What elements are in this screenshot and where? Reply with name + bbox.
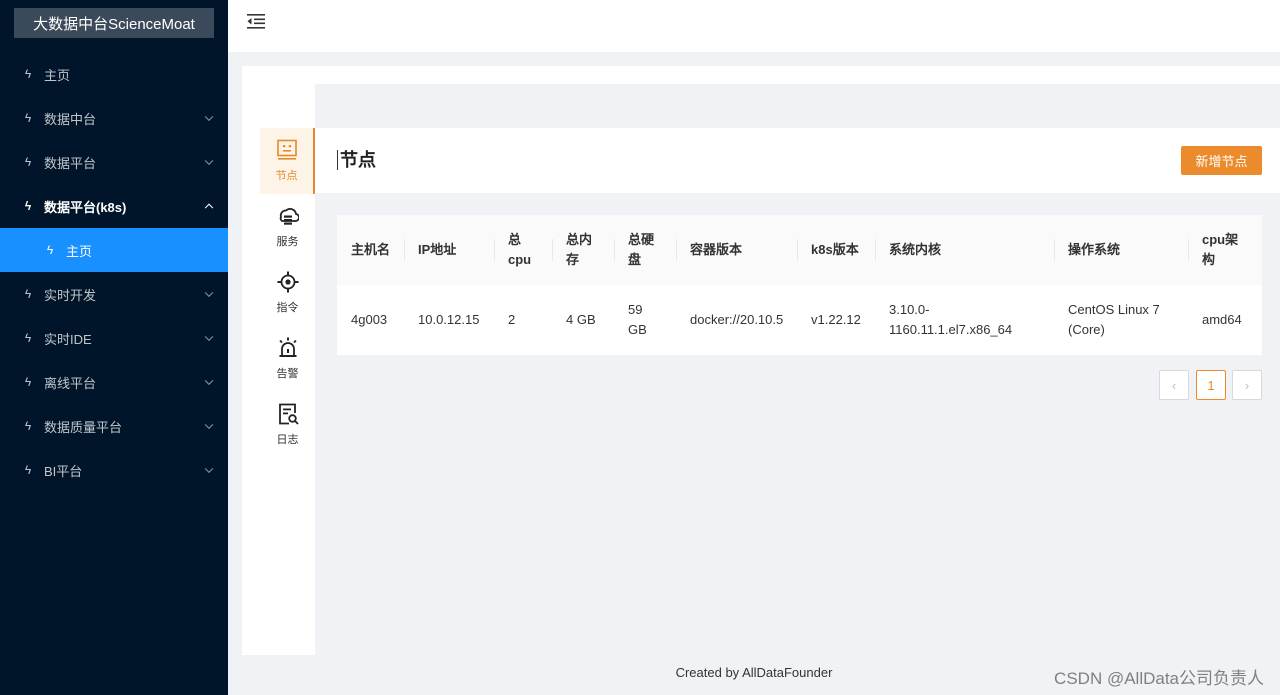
- tab-label: 服务: [276, 236, 299, 248]
- table-row[interactable]: 4g003 10.0.12.15 2 4 GB 59 GB docker://2…: [337, 285, 1262, 355]
- sidebar-subitem-home[interactable]: ϟ 主页: [0, 228, 228, 272]
- lightning-icon: ϟ: [24, 155, 32, 169]
- column-header: IP地址: [404, 215, 494, 285]
- table-cell: 10.0.12.15: [418, 312, 480, 327]
- sidebar-item-label: 数据中台: [44, 111, 97, 127]
- table-cell: 4 GB: [566, 312, 596, 327]
- lightning-icon: ϟ: [24, 331, 32, 345]
- table-header-row: 主机名 IP地址 总cpu 总内存 总硬盘 容器版本 k8s版本 系统内核 操作…: [337, 215, 1262, 285]
- menu-fold-icon[interactable]: [246, 12, 266, 30]
- table-cell: 4g003: [351, 312, 388, 327]
- column-header: 总内存: [552, 215, 614, 285]
- lightning-icon: ϟ: [24, 375, 32, 389]
- tab-command[interactable]: 指令: [260, 260, 315, 326]
- sidebar-item-offline-platform[interactable]: ϟ 离线平台: [0, 360, 228, 404]
- column-header: 容器版本: [676, 215, 797, 285]
- target-icon: [277, 271, 298, 293]
- page-title: 节点: [337, 150, 376, 170]
- sidebar-item-data-quality[interactable]: ϟ 数据质量平台: [0, 404, 228, 448]
- sidebar-item-home[interactable]: ϟ 主页: [0, 52, 228, 96]
- tab-label: 节点: [275, 170, 298, 182]
- sidebar-item-label: 离线平台: [44, 375, 97, 391]
- tab-label: 告警: [276, 368, 299, 380]
- pagination-page-1[interactable]: 1: [1196, 370, 1226, 400]
- table-cell: CentOS Linux 7 (Core): [1068, 302, 1160, 337]
- lightning-icon: ϟ: [24, 67, 32, 81]
- chevron-down-icon: [204, 376, 214, 386]
- sidebar-item-label: BI平台: [44, 463, 83, 479]
- page-header: 节点 新增节点: [315, 128, 1280, 193]
- watermark: CSDN @AllData公司负责人: [1054, 669, 1264, 688]
- tab-alarm[interactable]: 告警: [260, 326, 315, 392]
- column-header: 主机名: [351, 242, 391, 257]
- sidebar-item-realtime-dev[interactable]: ϟ 实时开发: [0, 272, 228, 316]
- table-cell: amd64: [1202, 312, 1242, 327]
- lightning-icon: ϟ: [46, 243, 54, 257]
- table-cell: 59 GB: [628, 302, 647, 337]
- column-header: 总cpu: [494, 215, 552, 285]
- chevron-down-icon: [204, 288, 214, 298]
- add-node-button[interactable]: 新增节点: [1181, 146, 1262, 175]
- lightning-icon: ϟ: [24, 463, 32, 477]
- cloud-service-icon: [279, 208, 299, 225]
- tab-label: 指令: [276, 302, 299, 314]
- tab-log[interactable]: 日志: [260, 392, 315, 458]
- top-header: [228, 0, 1280, 52]
- sidebar-item-data-platform[interactable]: ϟ 数据平台: [0, 140, 228, 184]
- table-cell: v1.22.12: [811, 312, 861, 327]
- chevron-down-icon: [204, 112, 214, 122]
- lightning-icon: ϟ: [24, 419, 32, 433]
- sidebar-menu: ϟ 主页 ϟ 数据中台 ϟ 数据平台 ϟ 数据平台(k8s) ϟ 主页 ϟ 实时…: [0, 52, 228, 492]
- table-cell: 3.10.0-1160.11.1.el7.x86_64: [889, 302, 1013, 337]
- lightning-icon: ϟ: [24, 111, 32, 125]
- column-header: 总硬盘: [614, 215, 676, 285]
- chevron-up-icon: [204, 203, 214, 213]
- vertical-tabs: 节点 服务 指令 告警 日志: [260, 84, 315, 655]
- sidebar-item-label: 主页: [44, 67, 71, 83]
- app-logo-title[interactable]: 大数据中台ScienceMoat: [14, 8, 214, 38]
- lightning-icon: ϟ: [24, 199, 32, 213]
- sidebar-item-label: 数据质量平台: [44, 419, 123, 435]
- tab-label: 日志: [276, 434, 299, 446]
- column-header: k8s版本: [797, 215, 875, 285]
- column-header: cpu架构: [1188, 215, 1262, 285]
- sidebar-item-data-platform-k8s[interactable]: ϟ 数据平台(k8s): [0, 184, 228, 228]
- tab-node[interactable]: 节点: [260, 128, 315, 194]
- sidebar-item-data-middle[interactable]: ϟ 数据中台: [0, 96, 228, 140]
- node-table: 主机名 IP地址 总cpu 总内存 总硬盘 容器版本 k8s版本 系统内核 操作…: [337, 215, 1262, 355]
- column-header: 系统内核: [875, 215, 1054, 285]
- table-cell: 2: [508, 312, 516, 327]
- sidebar-item-bi-platform[interactable]: ϟ BI平台: [0, 448, 228, 492]
- sidebar-item-label: 实时开发: [44, 287, 97, 303]
- sidebar-item-label: 数据平台(k8s): [44, 199, 127, 215]
- sidebar-item-label: 主页: [66, 243, 93, 259]
- chevron-down-icon: [204, 332, 214, 342]
- chevron-down-icon: [204, 420, 214, 430]
- log-icon: [278, 403, 299, 425]
- chevron-down-icon: [204, 464, 214, 474]
- column-header: 操作系统: [1054, 215, 1188, 285]
- sidebar-item-label: 数据平台: [44, 155, 97, 171]
- lightning-icon: ϟ: [24, 287, 32, 301]
- node-icon: [276, 139, 297, 160]
- pagination-prev-button[interactable]: ‹: [1159, 370, 1189, 400]
- alarm-icon: [278, 337, 297, 357]
- sidebar-item-realtime-ide[interactable]: ϟ 实时IDE: [0, 316, 228, 360]
- tab-service[interactable]: 服务: [260, 194, 315, 260]
- sidebar-item-label: 实时IDE: [44, 331, 92, 347]
- pagination-next-button[interactable]: ›: [1232, 370, 1262, 400]
- sidebar: 大数据中台ScienceMoat ϟ 主页 ϟ 数据中台 ϟ 数据平台 ϟ 数据…: [0, 0, 228, 695]
- table-cell: docker://20.10.5: [690, 312, 784, 327]
- chevron-down-icon: [204, 156, 214, 166]
